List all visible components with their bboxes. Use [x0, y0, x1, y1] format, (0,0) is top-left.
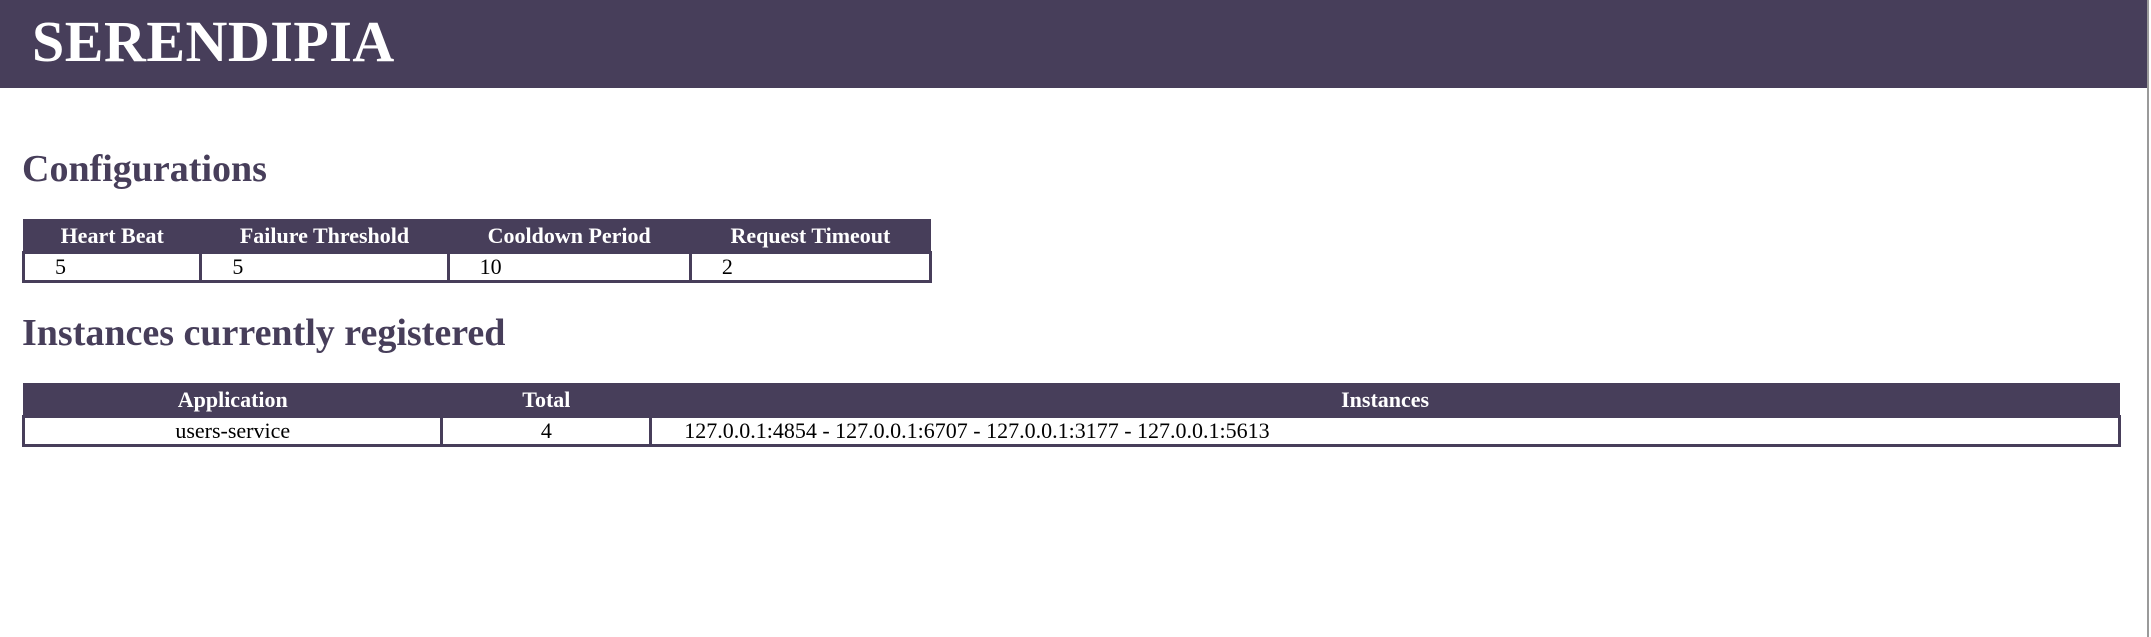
- table-row: 5 5 10 2: [21, 251, 933, 283]
- application-cell: users-service: [21, 415, 444, 447]
- column-header-total: Total: [441, 383, 652, 417]
- instances-header-row: Application Total Instances: [22, 383, 2120, 417]
- column-header-request-timeout: Request Timeout: [689, 219, 932, 253]
- instances-cell: 127.0.0.1:4854 - 127.0.0.1:6707 - 127.0.…: [649, 415, 2121, 447]
- heart-beat-value: 5: [21, 251, 203, 283]
- column-header-application: Application: [22, 383, 443, 417]
- instances-table: Application Total Instances users-servic…: [21, 383, 2121, 447]
- column-header-failure-threshold: Failure Threshold: [200, 219, 449, 253]
- column-header-heart-beat: Heart Beat: [22, 219, 202, 253]
- table-row: users-service 4 127.0.0.1:4854 - 127.0.0…: [21, 415, 2121, 447]
- total-cell: 4: [440, 415, 653, 447]
- column-header-cooldown-period: Cooldown Period: [447, 219, 691, 253]
- configurations-title: Configurations: [22, 148, 267, 190]
- failure-threshold-value: 5: [199, 251, 450, 283]
- configurations-header-row: Heart Beat Failure Threshold Cooldown Pe…: [22, 219, 932, 253]
- column-header-instances: Instances: [650, 383, 2120, 417]
- instances-title: Instances currently registered: [22, 312, 506, 354]
- brand-title: SERENDIPIA: [32, 9, 395, 74]
- cooldown-period-value: 10: [446, 251, 692, 283]
- configurations-table: Heart Beat Failure Threshold Cooldown Pe…: [21, 219, 933, 283]
- page: SERENDIPIA Configurations Heart Beat Fai…: [0, 0, 2149, 637]
- header-bar: SERENDIPIA: [0, 0, 2147, 88]
- request-timeout-value: 2: [688, 251, 933, 283]
